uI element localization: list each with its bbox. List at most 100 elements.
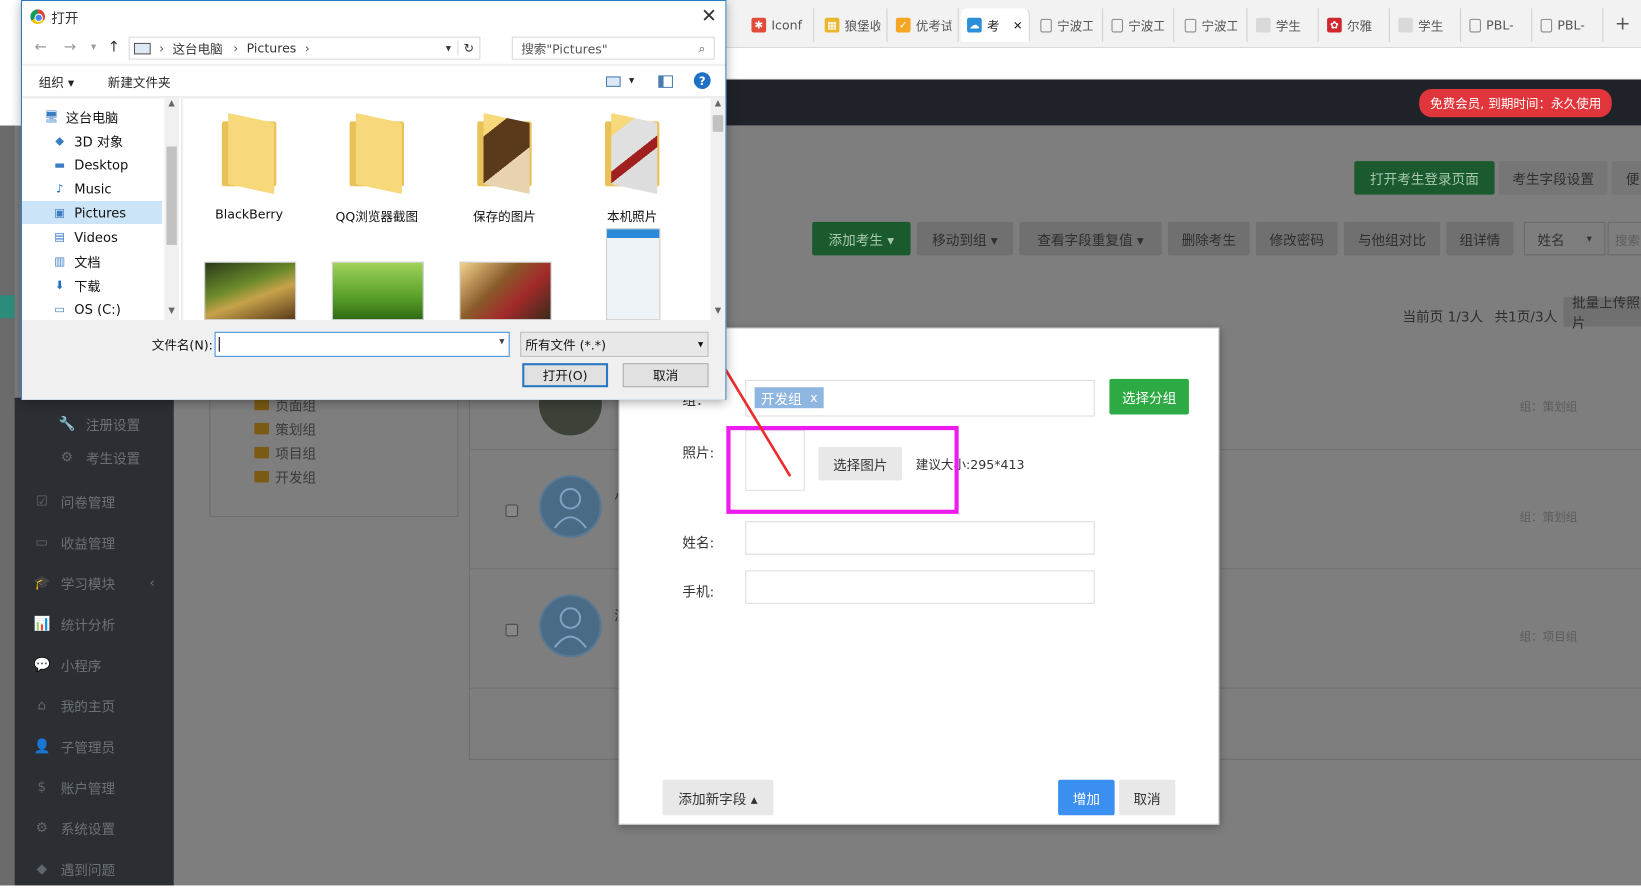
image-thumbnail[interactable]	[204, 261, 297, 321]
sidebar-item[interactable]: 💬 小程序	[15, 645, 174, 685]
sidebar-item[interactable]: $ 账户管理	[15, 767, 174, 807]
browser-tab[interactable]: PBL-	[1463, 8, 1533, 42]
move-to-group-button[interactable]: 移动到组 ▾	[916, 221, 1014, 256]
browser-tab[interactable]: 宁波工	[1178, 8, 1248, 42]
content-scroll-thumb[interactable]	[712, 115, 724, 132]
group-detail-button[interactable]: 组详情	[1446, 221, 1514, 256]
sidebar-item[interactable]: ⚙ 系统设置	[15, 808, 174, 848]
search-field-select[interactable]: 姓名 ▾	[1523, 221, 1606, 256]
recent-dropdown-icon[interactable]: ▾	[91, 42, 96, 54]
sidebar-item[interactable]: ☑ 问卷管理	[15, 481, 174, 521]
path-segment-pc[interactable]: 这台电脑	[172, 39, 222, 57]
new-tab-button[interactable]: +	[1615, 13, 1631, 35]
folder-item[interactable]: 保存的图片	[447, 113, 562, 225]
nav-item-folder[interactable]: ▭ OS (C:)	[22, 297, 162, 320]
modal-cancel-button[interactable]: 取消	[1118, 779, 1176, 816]
scroll-up-icon[interactable]: ▲	[164, 98, 179, 107]
organize-button[interactable]: 组织 ▾	[39, 73, 74, 91]
field-settings-button[interactable]: 考生字段设置	[1498, 161, 1608, 195]
forward-arrow-icon[interactable]: →	[64, 39, 76, 56]
path-dropdown-icon[interactable]: ▾	[446, 42, 451, 54]
scroll-down-icon[interactable]: ▼	[164, 306, 179, 315]
view-dropdown-icon[interactable]: ▾	[629, 75, 634, 87]
scroll-up-icon[interactable]: ▲	[711, 98, 726, 107]
filetype-select[interactable]: 所有文件 (*.*) ▾	[520, 331, 709, 357]
browser-tab[interactable]: ✓ 优考试	[890, 8, 959, 42]
folder-item[interactable]: 本机照片	[575, 113, 690, 225]
tab-close-icon[interactable]: ✕	[1013, 18, 1023, 32]
folder-item[interactable]: BlackBerry	[192, 113, 307, 222]
up-arrow-icon[interactable]: ↑	[108, 39, 120, 56]
browser-tab[interactable]: 宁波工	[1105, 8, 1175, 42]
browser-tab[interactable]: ✱ Iconf	[745, 8, 815, 42]
dialog-cancel-button[interactable]: 取消	[622, 363, 709, 388]
sidebar-item[interactable]: ▭ 收益管理	[15, 522, 174, 562]
sidebar-item[interactable]: ⚙ 考生设置	[15, 437, 174, 477]
image-thumbnail[interactable]	[331, 261, 424, 321]
search-input[interactable]: 搜索	[1607, 221, 1641, 256]
browser-tab[interactable]: 学生	[1392, 8, 1462, 42]
nav-item-folder[interactable]: ♪ Music	[22, 177, 162, 200]
download-icon: ⬇	[54, 277, 65, 292]
screenshot-thumbnail[interactable]	[605, 228, 661, 321]
submit-button[interactable]: 增加	[1058, 779, 1115, 816]
row-checkbox[interactable]	[505, 504, 519, 518]
browser-tab[interactable]: 宁波工	[1034, 8, 1104, 42]
sidebar-item[interactable]: 👤 子管理员	[15, 726, 174, 766]
sidebar-item[interactable]: ⌂ 我的主页	[15, 686, 174, 726]
help-icon[interactable]: ?	[693, 72, 711, 89]
nav-item-folder[interactable]: ▥ 文档	[22, 249, 162, 272]
check-duplicates-button[interactable]: 查看字段重复值 ▾	[1019, 221, 1162, 256]
group-tree-item[interactable]: 项目组	[254, 443, 316, 463]
nav-item-folder[interactable]: ▣ Pictures	[21, 200, 163, 224]
address-path[interactable]: › 这台电脑 › Pictures › ▾ ↻	[128, 36, 481, 60]
add-new-field-button[interactable]: 添加新字段 ▴	[662, 779, 774, 816]
refresh-icon[interactable]: ↻	[457, 40, 479, 56]
browser-tab[interactable]: ☁ 考 ✕	[960, 8, 1030, 42]
new-folder-button[interactable]: 新建文件夹	[108, 73, 171, 91]
preview-pane-icon[interactable]	[658, 75, 673, 88]
compare-groups-button[interactable]: 与他组对比	[1343, 221, 1441, 256]
nav-scroll-thumb[interactable]	[166, 146, 177, 245]
grid-icon: ▦	[824, 17, 840, 33]
sidebar-item[interactable]: 🎓 学习模块 ‹	[15, 563, 174, 603]
add-examinee-button[interactable]: 添加考生 ▾	[812, 221, 911, 256]
delete-examinee-button[interactable]: 删除考生	[1168, 221, 1250, 256]
dialog-close-icon[interactable]: ✕	[701, 5, 717, 27]
sidebar-item[interactable]: 📊 统计分析	[15, 604, 174, 644]
filename-dropdown-icon[interactable]: ▾	[499, 336, 504, 348]
more-button[interactable]: 便	[1611, 161, 1641, 195]
nav-item-folder[interactable]: ▬ Desktop	[22, 153, 162, 176]
nav-item-label: Desktop	[74, 156, 129, 173]
open-button[interactable]: 打开(O)	[522, 363, 609, 388]
view-mode-icon[interactable]	[605, 76, 621, 87]
nav-item-this-pc[interactable]: 🖥 这台电脑	[22, 105, 162, 128]
row-checkbox[interactable]	[505, 623, 519, 637]
path-segment-pictures[interactable]: Pictures	[247, 41, 297, 56]
back-arrow-icon[interactable]: ←	[35, 39, 47, 56]
batch-upload-photo-button[interactable]: 批量上传照片	[1563, 296, 1641, 332]
scroll-down-icon[interactable]: ▼	[711, 306, 726, 315]
group-tree-item[interactable]: 开发组	[254, 467, 316, 487]
dialog-search-input[interactable]: 搜索"Pictures" ⌕	[511, 36, 715, 60]
name-input[interactable]	[745, 521, 1095, 555]
nav-item-folder[interactable]: ◆ 3D 对象	[22, 129, 162, 152]
phone-input[interactable]	[745, 570, 1095, 604]
content-scrollbar[interactable]: ▲ ▼	[710, 98, 726, 321]
nav-item-folder[interactable]: ⬇ 下载	[22, 273, 162, 296]
nav-scrollbar[interactable]: ▲ ▼	[164, 98, 179, 321]
open-login-page-button[interactable]: 打开考生登录页面	[1354, 161, 1495, 195]
group-tree-item[interactable]: 策划组	[254, 419, 316, 439]
image-thumbnail[interactable]	[459, 261, 552, 321]
browser-tab[interactable]: PBL-	[1534, 8, 1604, 42]
folder-item[interactable]: QQ浏览器截图	[319, 113, 434, 225]
filename-input[interactable]: ▾	[214, 331, 510, 357]
change-password-button[interactable]: 修改密码	[1255, 221, 1338, 256]
nav-item-folder[interactable]: ▤ Videos	[22, 225, 162, 248]
browser-tab[interactable]: 学生	[1250, 8, 1319, 42]
sidebar-item[interactable]: ◆ 遇到问题	[15, 849, 174, 889]
browser-tab[interactable]: ✿ 尔雅	[1321, 8, 1390, 42]
select-group-button[interactable]: 选择分组	[1109, 378, 1189, 415]
browser-tab[interactable]: ▦ 狼堡收	[818, 8, 888, 42]
tag-remove-icon[interactable]: x	[810, 390, 817, 405]
